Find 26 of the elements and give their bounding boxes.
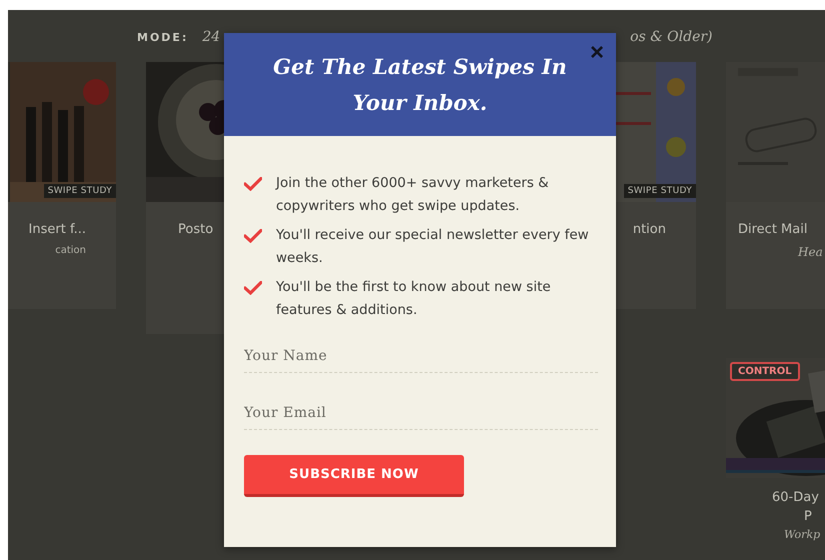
check-icon — [244, 177, 262, 191]
swipe-study-badge: SWIPE STUDY — [624, 184, 696, 198]
card-title: Insert f... — [28, 222, 86, 237]
dialog-title: Get The Latest Swipes In Your Inbox. — [272, 52, 568, 116]
card-title: ntion — [632, 222, 666, 237]
card-subtitle: cation — [55, 245, 86, 256]
mode-option[interactable]: os & Older) — [630, 29, 713, 45]
control-stamp: CONTROL — [730, 362, 800, 381]
check-icon — [244, 229, 262, 243]
benefit-text: You'll be the first to know about new site features & additions. — [276, 278, 552, 320]
card-title: P — [803, 509, 812, 524]
card-subtitle: Workp — [783, 528, 820, 541]
mode-option[interactable]: 24 — [202, 29, 220, 45]
benefit-text: Join the other 6000+ savvy marketers & copywriters who get swipe updates. — [276, 174, 550, 216]
card-title: 60-Day — [772, 490, 819, 505]
card[interactable]: SWIPE STUDY Insert f... cation — [8, 62, 116, 309]
subscribe-button[interactable]: SUBSCRIBE NOW — [244, 455, 464, 497]
swipe-study-badge: SWIPE STUDY — [44, 184, 116, 198]
name-field[interactable]: Your Name — [244, 342, 598, 373]
email-field[interactable]: Your Email — [244, 399, 598, 430]
card-title: Posto — [178, 222, 214, 237]
card-subtitle: Hea — [796, 245, 823, 259]
card-title: Direct Mail — [738, 222, 808, 237]
check-icon — [244, 281, 262, 295]
mode-label: MODE: — [137, 31, 188, 44]
benefit-text: You'll receive our special newsletter every few weeks. — [276, 226, 590, 268]
